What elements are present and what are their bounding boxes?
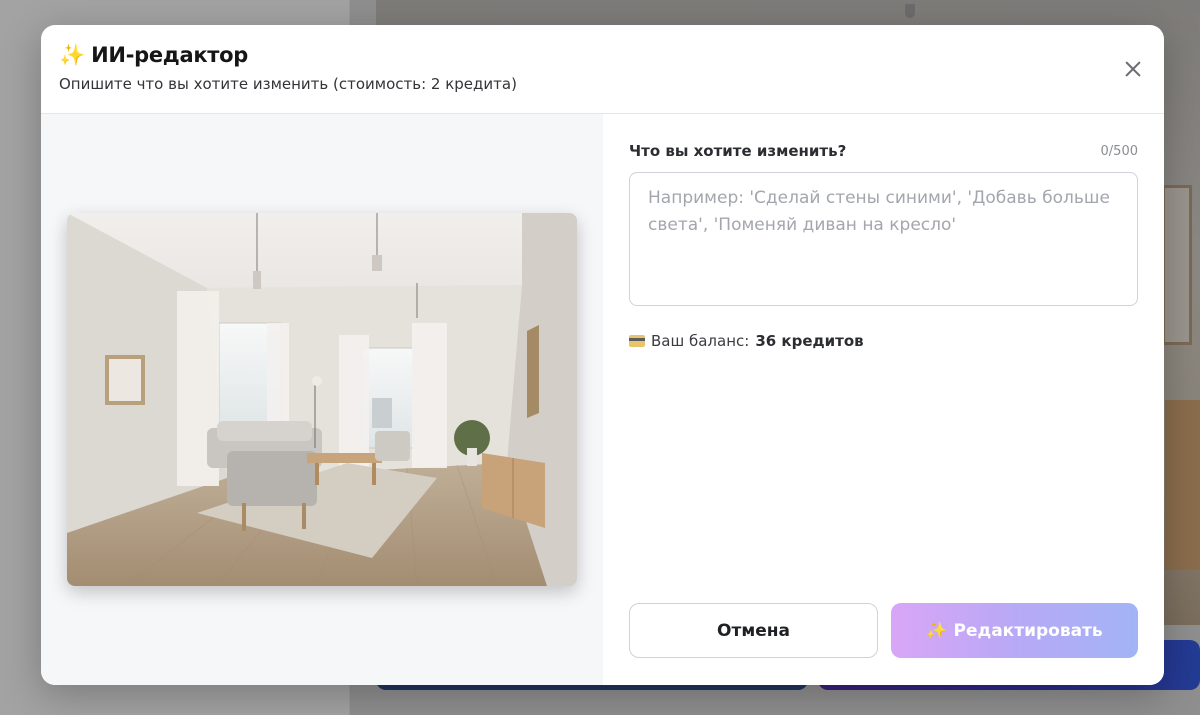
ai-editor-modal: ✨ ИИ-редактор Опишите что вы хотите изме… (41, 25, 1164, 685)
modal-header: ✨ ИИ-редактор Опишите что вы хотите изме… (41, 25, 1164, 114)
balance-value: 36 кредитов (755, 332, 864, 350)
prompt-label: Что вы хотите изменить? (629, 142, 847, 160)
balance-info: Ваш баланс: 36 кредитов (629, 332, 864, 350)
edit-prompt-input[interactable] (629, 172, 1138, 306)
edit-form-panel: Что вы хотите изменить? 0/500 Ваш баланс… (603, 114, 1164, 685)
sparkles-icon: ✨ (59, 42, 86, 67)
title-row: ✨ ИИ-редактор (59, 43, 248, 67)
image-preview-panel (41, 114, 603, 685)
balance-label: Ваш баланс: (651, 332, 750, 350)
modal-subtitle: Опишите что вы хотите изменить (стоимост… (59, 75, 517, 93)
edit-button[interactable]: ✨ Редактировать (891, 603, 1138, 658)
edit-button-label: Редактировать (953, 620, 1103, 641)
credit-card-icon (629, 335, 645, 347)
background-wall-art (1162, 185, 1192, 345)
close-icon[interactable] (1121, 57, 1145, 81)
modal-title: ИИ-редактор (91, 43, 249, 67)
character-counter: 0/500 (1100, 144, 1138, 159)
sparkles-icon: ✨ (926, 620, 948, 641)
background-cabinet (1165, 400, 1200, 570)
room-photo (67, 213, 577, 586)
cancel-button[interactable]: Отмена (629, 603, 878, 658)
background-lamp (905, 4, 915, 18)
